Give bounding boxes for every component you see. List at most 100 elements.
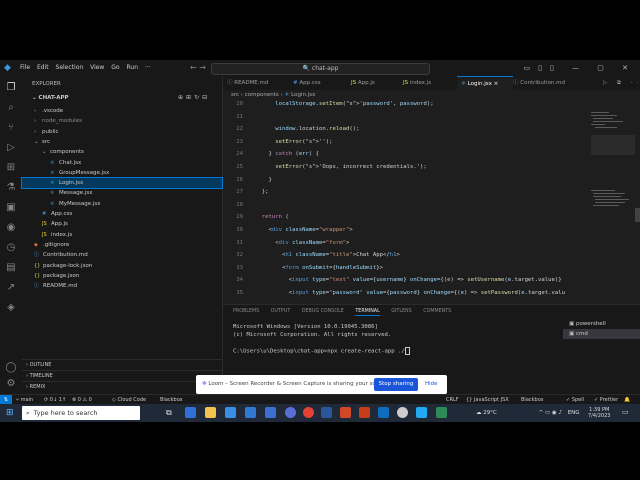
source-control-icon[interactable]: ⑂ bbox=[5, 122, 17, 134]
windows-start-icon[interactable]: ⊞ bbox=[6, 408, 14, 418]
tree-file[interactable]: ⚛ Login.jsx bbox=[21, 177, 223, 190]
new-file-icon[interactable]: ⊕ bbox=[178, 94, 186, 101]
search-icon[interactable]: ⌕ bbox=[5, 102, 17, 114]
clock[interactable]: 1:39 PM 7/4/2023 bbox=[588, 407, 610, 419]
breadcrumb-src[interactable]: src bbox=[231, 92, 239, 98]
weather-temp[interactable]: 29°C bbox=[483, 410, 497, 416]
tab-login-jsx[interactable]: ⚛ Login.jsx × bbox=[457, 76, 513, 91]
editor-actions[interactable]: ▷ ⧉ ··· bbox=[603, 76, 640, 90]
menu-edit[interactable]: Edit bbox=[37, 64, 49, 71]
minimap[interactable] bbox=[585, 100, 640, 303]
extensions-icon[interactable]: ⊞ bbox=[5, 162, 17, 174]
stop-sharing-button[interactable]: Stop sharing bbox=[374, 378, 418, 391]
tree-file[interactable]: {} package.json bbox=[22, 271, 222, 281]
tree-file[interactable]: ⚛ MyMessage.jsx bbox=[22, 199, 222, 209]
code-editor[interactable]: 20 localStorage.setItem("s">'password', … bbox=[223, 100, 583, 303]
testing-icon[interactable]: ⚗ bbox=[5, 182, 17, 194]
tree-file[interactable]: {} package-lock.json bbox=[22, 261, 222, 271]
tray-icons[interactable]: ^ ▭ ◉ ♪ bbox=[539, 410, 562, 416]
remix-section[interactable]: › REMIX bbox=[22, 381, 222, 392]
refresh-icon[interactable]: ↻ bbox=[194, 94, 202, 101]
tab-readme[interactable]: ⓘ README.md bbox=[227, 76, 293, 90]
tab-index-js[interactable]: JS index.js bbox=[403, 76, 457, 90]
tree-file[interactable]: ⚛ Message.jsx bbox=[22, 188, 222, 198]
tab-app-css[interactable]: # App.css bbox=[293, 76, 351, 90]
tree-folder[interactable]: › .vscode bbox=[22, 106, 222, 116]
tree-file[interactable]: ⚛ GroupMessage.jsx bbox=[22, 168, 222, 178]
app-icon-12[interactable] bbox=[397, 407, 408, 418]
close-tab-icon[interactable]: × bbox=[494, 81, 499, 87]
remote-explorer-icon[interactable]: ▣ bbox=[5, 202, 17, 214]
new-folder-icon[interactable]: ⊞ bbox=[186, 94, 194, 101]
word-icon[interactable] bbox=[321, 407, 332, 418]
chrome-icon[interactable] bbox=[303, 407, 314, 418]
tree-file[interactable]: ⓘ Contribution.md bbox=[22, 250, 222, 260]
menu-go[interactable]: Go bbox=[111, 64, 119, 71]
tree-folder[interactable]: ⌄ components bbox=[22, 147, 222, 157]
outlook-icon[interactable] bbox=[378, 407, 389, 418]
tree-folder[interactable]: › node_modules bbox=[22, 116, 222, 126]
tree-folder[interactable]: › public bbox=[22, 127, 222, 137]
app-icon-6[interactable] bbox=[285, 407, 296, 418]
manage-gear-icon[interactable]: ⚙ bbox=[5, 378, 17, 390]
tree-file[interactable]: ◆ .gitignore bbox=[22, 240, 222, 250]
outline-section[interactable]: › OUTLINE bbox=[22, 359, 222, 370]
panel-tab-problems[interactable]: PROBLEMS bbox=[233, 309, 259, 314]
menu-view[interactable]: View bbox=[90, 64, 104, 71]
panel-tab-debug-console[interactable]: DEBUG CONSOLE bbox=[302, 309, 344, 314]
timeline-section[interactable]: › TIMELINE bbox=[22, 370, 222, 381]
screen: ◆ File Edit Selection View Go Run ··· ← … bbox=[0, 60, 640, 422]
app-icon-10[interactable] bbox=[359, 407, 370, 418]
terminal-powershell[interactable]: ▣ powershell bbox=[563, 319, 640, 329]
tree-file[interactable]: JS index.js bbox=[22, 230, 222, 240]
task-view-icon[interactable]: ⧉ bbox=[166, 407, 177, 418]
powerpoint-icon[interactable] bbox=[340, 407, 351, 418]
taskbar-search[interactable]: ⌕ Type here to search bbox=[22, 406, 140, 420]
file-explorer-icon[interactable] bbox=[205, 407, 216, 418]
tree-file[interactable]: ⚛ Chat.jsx bbox=[22, 158, 222, 168]
nav-arrows[interactable]: ← → bbox=[190, 60, 206, 76]
menu-run[interactable]: Run bbox=[127, 64, 139, 71]
terminal-cmd[interactable]: ▣ cmd bbox=[563, 329, 640, 339]
project-folder[interactable]: ⌄ CHAT-APP bbox=[32, 95, 69, 101]
remix-icon[interactable]: ◈ bbox=[5, 302, 17, 314]
timeline-icon[interactable]: ◷ bbox=[5, 242, 17, 254]
panel-tab-output[interactable]: OUTPUT bbox=[271, 309, 291, 314]
vscode-taskbar-icon[interactable] bbox=[416, 407, 427, 418]
chevron-icon: ⌄ bbox=[42, 149, 47, 156]
tab-label: index.js bbox=[409, 80, 432, 86]
account-icon[interactable]: ◯ bbox=[5, 362, 17, 374]
terminal-output[interactable]: Microsoft Windows [Version 10.0.19045.30… bbox=[233, 323, 410, 356]
tree-folder[interactable]: ⌄ src bbox=[22, 137, 222, 147]
gitlens-icon[interactable]: ◉ bbox=[5, 222, 17, 234]
breadcrumb-components[interactable]: components bbox=[245, 92, 279, 98]
app-icon-1[interactable] bbox=[185, 407, 196, 418]
notification-center-icon[interactable]: ▭ bbox=[622, 408, 629, 416]
menu-more[interactable]: ··· bbox=[145, 64, 151, 71]
explorer-icon[interactable]: ❐ bbox=[5, 82, 17, 94]
live-share-icon[interactable]: ↗ bbox=[5, 282, 17, 294]
menu-file[interactable]: File bbox=[20, 64, 30, 71]
panel-tab-terminal[interactable]: TERMINAL bbox=[355, 309, 380, 316]
menu-selection[interactable]: Selection bbox=[56, 64, 84, 71]
command-center-search[interactable]: 🔍 chat-app bbox=[211, 63, 430, 75]
app-icon-4[interactable] bbox=[245, 407, 256, 418]
run-debug-icon[interactable]: ▷ bbox=[5, 142, 17, 154]
tab-app-js[interactable]: JS App.js bbox=[351, 76, 403, 90]
panel-tab-comments[interactable]: COMMENTS bbox=[423, 309, 451, 314]
panel-tab-gitlens[interactable]: GITLENS bbox=[391, 309, 411, 314]
collapse-all-icon[interactable]: ⊟ bbox=[202, 94, 210, 101]
tab-contribution[interactable]: ⓘ Contribution.md bbox=[513, 76, 587, 90]
explorer-toolbar[interactable]: ⊕⊞↻⊟ bbox=[178, 94, 210, 101]
hide-link[interactable]: Hide bbox=[425, 375, 438, 394]
docker-icon[interactable]: ▤ bbox=[5, 262, 17, 274]
tree-file[interactable]: # App.css bbox=[22, 209, 222, 219]
app-icon-5[interactable] bbox=[265, 407, 276, 418]
tree-file[interactable]: ⓘ README.md bbox=[22, 281, 222, 291]
window-controls[interactable]: ▭▯▯ — ▢ ✕ bbox=[524, 60, 636, 76]
app-icon-14[interactable] bbox=[436, 407, 447, 418]
mail-icon[interactable] bbox=[225, 407, 236, 418]
language-indicator[interactable]: ENG bbox=[568, 410, 580, 416]
tree-file[interactable]: JS App.js bbox=[22, 219, 222, 229]
breadcrumb-file[interactable]: Login.jsx bbox=[291, 92, 315, 98]
